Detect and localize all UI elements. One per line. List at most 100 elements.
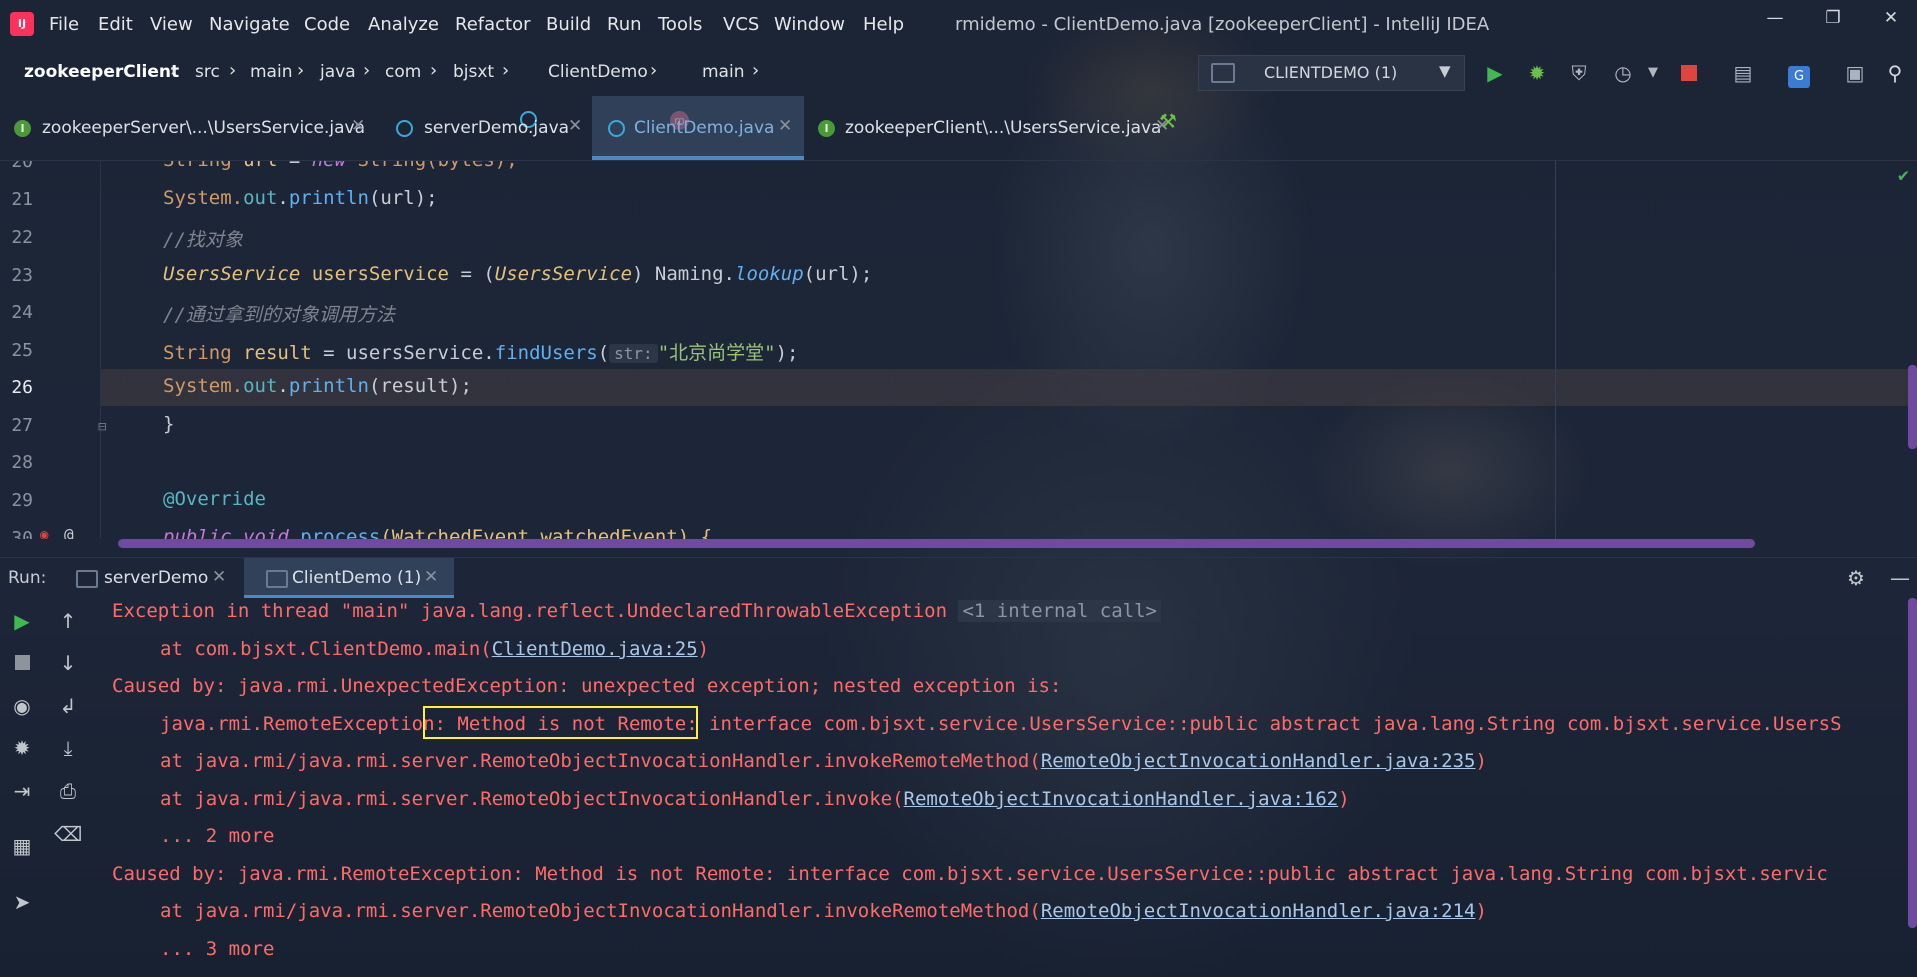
- breadcrumb-main[interactable]: main: [250, 62, 292, 82]
- close-icon[interactable]: ✕: [212, 567, 226, 587]
- rerun-icon[interactable]: ▶: [8, 607, 36, 635]
- interface-icon: I: [818, 120, 835, 137]
- console-scrollbar[interactable]: [1908, 598, 1917, 928]
- breadcrumb-com[interactable]: com: [385, 62, 421, 82]
- pin-icon[interactable]: ➤: [8, 888, 36, 916]
- restore-icon[interactable]: ❐: [1818, 8, 1848, 32]
- console-text: at java.rmi/java.rmi.server.RemoteObject…: [160, 788, 904, 810]
- chevron-down-icon[interactable]: ▼: [1640, 60, 1666, 86]
- minimize-icon[interactable]: —: [1760, 8, 1790, 32]
- console-line: Exception in thread "main" java.lang.ref…: [112, 600, 1161, 622]
- print-icon[interactable]: ⎙: [54, 777, 82, 805]
- fold-marker-icon[interactable]: ⊟: [98, 419, 106, 435]
- menu-build[interactable]: Build: [546, 14, 591, 35]
- stop-icon[interactable]: [1676, 60, 1702, 86]
- breadcrumb-java[interactable]: java: [320, 62, 356, 82]
- vertical-scrollbar[interactable]: [1908, 365, 1917, 449]
- coverage-icon[interactable]: ⛨: [1566, 60, 1592, 86]
- run-icon[interactable]: ▶: [1482, 60, 1508, 86]
- breadcrumb-clientdemo[interactable]: ClientDemo: [548, 62, 648, 82]
- camera-icon[interactable]: ◉: [8, 692, 36, 720]
- line-number: 24: [11, 302, 33, 323]
- tab-label: zookeeperServer\...\UsersService.java: [42, 118, 365, 138]
- layout-icon[interactable]: ▦: [8, 832, 36, 860]
- console-output[interactable]: ⊞ Exception in thread "main" java.lang.r…: [100, 598, 1917, 977]
- close-icon[interactable]: ✕: [424, 567, 438, 587]
- menu-window[interactable]: Window: [774, 14, 845, 35]
- terminal-icon[interactable]: ▣: [1842, 60, 1868, 86]
- scroll-to-end-icon[interactable]: ⤓: [54, 734, 82, 762]
- profile-icon[interactable]: ◷: [1610, 60, 1636, 86]
- tab-serverdemo[interactable]: serverDemo.java ✕: [380, 96, 592, 160]
- application-icon: [266, 570, 288, 588]
- menu-vcs[interactable]: VCS: [723, 14, 759, 35]
- run-tab-serverdemo[interactable]: serverDemo ✕: [62, 558, 242, 598]
- close-icon[interactable]: ✕: [1155, 116, 1169, 136]
- tab-label: serverDemo.java: [424, 118, 570, 138]
- run-configuration-selector[interactable]: CLIENTDEMO (1) ▼: [1198, 55, 1465, 91]
- menu-run[interactable]: Run: [607, 14, 642, 35]
- stacktrace-link[interactable]: RemoteObjectInvocationHandler.java:214: [1041, 900, 1476, 922]
- login-icon[interactable]: ⇥: [8, 777, 36, 805]
- line-number: 29: [11, 490, 33, 511]
- translate-icon[interactable]: G: [1786, 60, 1812, 88]
- highlight-annotation-box: [423, 706, 698, 739]
- breadcrumb-bjsxt[interactable]: bjsxt: [453, 62, 494, 82]
- stacktrace-link[interactable]: ClientDemo.java:25: [492, 638, 698, 660]
- stop-icon[interactable]: [8, 649, 36, 677]
- trash-icon[interactable]: ⌫: [54, 820, 82, 848]
- menu-code[interactable]: Code: [304, 14, 350, 35]
- gear-icon[interactable]: ⚙: [1842, 564, 1870, 592]
- menu-refactor[interactable]: Refactor: [455, 14, 531, 35]
- internal-call-fold[interactable]: <1 internal call>: [958, 600, 1161, 622]
- code-token: url: [243, 161, 277, 171]
- menu-help[interactable]: Help: [863, 14, 904, 35]
- inspection-ok-icon[interactable]: ✔: [1898, 165, 1909, 186]
- menu-file[interactable]: File: [49, 14, 79, 35]
- code-token: =: [277, 161, 311, 171]
- menu-view[interactable]: View: [150, 14, 193, 35]
- menu-edit[interactable]: Edit: [98, 14, 133, 35]
- right-margin-guide: [1555, 161, 1556, 539]
- code-token: String(bytes);: [358, 161, 518, 171]
- code-token: println: [288, 375, 369, 397]
- soft-wrap-icon[interactable]: ↲: [54, 692, 82, 720]
- debug-icon[interactable]: ✹: [1524, 60, 1550, 86]
- close-icon[interactable]: ✕: [778, 116, 792, 136]
- code-line-24: //通过拿到的对象调用方法: [163, 300, 395, 327]
- menu-navigate[interactable]: Navigate: [209, 14, 290, 35]
- tab-clientdemo[interactable]: ClientDemo.java ✕: [592, 96, 804, 160]
- console-text: ): [1475, 900, 1487, 922]
- chevron-right-icon: ›: [502, 60, 510, 81]
- code-line-21: System.out.println(url);: [163, 187, 438, 209]
- code-line-22: //找对象: [163, 225, 243, 252]
- close-icon[interactable]: ✕: [568, 116, 582, 136]
- code-token: = usersService.: [311, 342, 495, 364]
- breadcrumb-method-main[interactable]: main: [702, 62, 744, 82]
- breadcrumb-src[interactable]: src: [195, 62, 220, 82]
- class-icon: [396, 120, 413, 137]
- tab-zookeeperclient-usersservice[interactable]: I zookeeperClient\...\UsersService.java …: [804, 96, 1184, 160]
- code-editor[interactable]: 20 21 22 23 24 25 26 27 28 29 30 ◉ @ ⊟ S…: [0, 161, 1917, 539]
- implements-method-icon[interactable]: ◉: [40, 527, 48, 539]
- arrow-up-icon[interactable]: ↑: [54, 607, 82, 635]
- code-token: (: [597, 342, 610, 364]
- project-structure-icon[interactable]: ▤: [1730, 60, 1756, 86]
- debug-settings-icon[interactable]: ✹: [8, 734, 36, 762]
- menu-analyze[interactable]: Analyze: [368, 14, 439, 35]
- run-tab-clientdemo[interactable]: ClientDemo (1) ✕: [244, 558, 454, 598]
- search-icon[interactable]: ⚲: [1882, 60, 1908, 86]
- menu-tools[interactable]: Tools: [658, 14, 702, 35]
- close-window-icon[interactable]: ✕: [1876, 8, 1906, 32]
- close-icon[interactable]: ✕: [351, 116, 365, 136]
- breadcrumb-project[interactable]: zookeeperClient: [24, 62, 179, 82]
- hide-panel-icon[interactable]: —: [1886, 564, 1914, 592]
- line-number: 28: [11, 452, 33, 473]
- menu-bar: IJ File Edit View Navigate Code Analyze …: [0, 0, 1917, 48]
- horizontal-scrollbar[interactable]: [118, 539, 1755, 548]
- tab-zookeeperserver-usersservice[interactable]: I zookeeperServer\...\UsersService.java …: [0, 96, 380, 160]
- stacktrace-link[interactable]: RemoteObjectInvocationHandler.java:235: [1041, 750, 1476, 772]
- arrow-down-icon[interactable]: ↓: [54, 649, 82, 677]
- stacktrace-link[interactable]: RemoteObjectInvocationHandler.java:162: [904, 788, 1339, 810]
- code-token: );: [775, 342, 799, 364]
